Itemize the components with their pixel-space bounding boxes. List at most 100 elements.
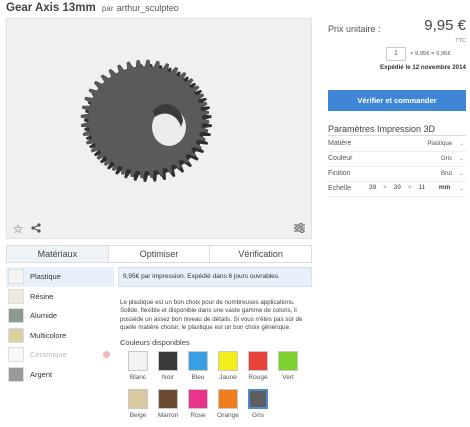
share-icon[interactable] (30, 223, 42, 235)
color-swatch[interactable] (128, 351, 148, 371)
tab-verification[interactable]: Vérification (210, 246, 312, 262)
viewer-toolbar: ☆ (7, 220, 311, 238)
material-swatch (8, 366, 24, 382)
gear-model-image (80, 59, 212, 182)
quantity-stepper[interactable]: 1 (386, 47, 406, 61)
color-name: Gris (252, 412, 264, 419)
star-icon[interactable]: ☆ (12, 223, 24, 235)
param-label: Matière (328, 140, 352, 147)
times-sign: × (383, 184, 387, 191)
color-swatch[interactable] (248, 351, 268, 371)
color-swatch[interactable] (278, 351, 298, 371)
color-name: Bleu (191, 374, 205, 381)
color-option[interactable]: Rose (187, 389, 209, 419)
tab-optimiser[interactable]: Optimiser (108, 246, 211, 262)
param-label: Finition (328, 170, 351, 177)
color-swatch[interactable] (248, 389, 268, 409)
material-list: Plastique Résine Alumide Multicolore Céramiq… (6, 267, 114, 384)
material-label: Céramique (30, 350, 67, 360)
params-divider (328, 135, 466, 136)
color-name: Noir (162, 374, 174, 381)
times-sign: × (407, 184, 412, 191)
price-calc: × 9,95€ = 9,95€ (410, 51, 451, 57)
price-value: 9,95 € (424, 17, 466, 34)
shipping-date: Expédié le 12 novembre 2014 (380, 64, 466, 71)
chevron-down-icon: ⌄ (458, 141, 464, 147)
color-name: Blanc (129, 374, 147, 381)
color-option[interactable]: Beige (127, 389, 149, 419)
material-label: Argent (30, 369, 53, 379)
unit-select[interactable]: mm (439, 184, 451, 191)
product-title: Gear Axis 13mm (6, 2, 96, 14)
param-select-value[interactable]: Brut (441, 171, 452, 177)
dim-z-input[interactable]: 11 (418, 184, 425, 191)
dim-x-input[interactable]: 39 (369, 184, 376, 191)
by-label: par (101, 4, 114, 13)
color-option[interactable]: Blanc (127, 351, 149, 381)
param-label: Echelle (328, 185, 351, 192)
tab-bar: Matériaux Optimiser Vérification (6, 245, 312, 263)
color-swatch[interactable] (188, 389, 208, 409)
material-swatch (8, 269, 24, 285)
unavailable-icon (103, 351, 110, 359)
chevron-down-icon: ⌄ (458, 186, 464, 192)
tab-materiaux[interactable]: Matériaux (7, 246, 109, 262)
chevron-down-icon: ⌄ (458, 171, 464, 177)
material-item[interactable]: Plastique (6, 267, 114, 287)
color-name: Jaune (219, 374, 237, 381)
param-row-matiere[interactable]: Matière Plastique ⌄ (328, 138, 466, 152)
color-name: Orange (217, 412, 239, 419)
product-title-bar: Gear Axis 13mm par arthur_sculpteo (6, 2, 179, 14)
dim-y-input[interactable]: 39 (394, 184, 401, 191)
material-item[interactable]: Résine (6, 287, 114, 307)
color-swatch[interactable] (218, 389, 238, 409)
color-swatch[interactable] (158, 351, 178, 371)
material-item[interactable]: Multicolore (6, 326, 114, 346)
color-swatch[interactable] (218, 351, 238, 371)
material-label: Multicolore (30, 330, 67, 340)
color-option[interactable]: Noir (157, 351, 179, 381)
chevron-down-icon: ⌄ (458, 156, 464, 162)
material-swatch (8, 327, 24, 343)
material-item: Céramique (6, 345, 114, 365)
author-link[interactable]: arthur_sculpteo (117, 3, 179, 13)
color-option[interactable]: Jaune (217, 351, 239, 381)
material-item[interactable]: Alumide (6, 306, 114, 326)
param-row-finition[interactable]: Finition Brut ⌄ (328, 168, 466, 182)
model-viewer[interactable]: ☆ (6, 18, 312, 239)
material-swatch (8, 288, 24, 304)
param-select-value[interactable]: Plastique (427, 141, 452, 147)
settings-sliders-icon[interactable] (293, 223, 305, 235)
quantity-row: 1 × 9,95€ = 9,95€ (386, 47, 466, 61)
color-swatch[interactable] (158, 389, 178, 409)
color-option[interactable]: Vert (277, 351, 299, 381)
material-swatch (8, 308, 24, 324)
color-option[interactable]: Bleu (187, 351, 209, 381)
color-option[interactable]: Gris (247, 389, 269, 419)
color-swatch[interactable] (128, 389, 148, 409)
material-swatch (8, 347, 24, 363)
material-info-box: 9,95€ par impression. Expédié dans 6 jou… (118, 267, 312, 287)
param-select-value[interactable]: Gris (441, 156, 452, 162)
gear-face (80, 59, 210, 179)
material-label: Résine (30, 291, 54, 301)
color-swatch[interactable] (188, 351, 208, 371)
color-option[interactable]: Orange (217, 389, 239, 419)
ttc-label: TTC (455, 38, 466, 44)
param-row-couleur[interactable]: Couleur Gris ⌄ (328, 153, 466, 167)
price-label: Prix unitaire : (328, 24, 381, 34)
material-label: Alumide (30, 311, 58, 321)
color-option[interactable]: Rouge (247, 351, 269, 381)
material-item[interactable]: Argent (6, 365, 114, 385)
color-name: Rouge (248, 374, 268, 381)
color-name: Beige (129, 412, 147, 419)
color-name: Rose (190, 412, 206, 419)
scale-dimensions: 39 × 39 × 11 mm (369, 184, 450, 191)
color-option[interactable]: Marron (157, 389, 179, 419)
color-name: Marron (157, 412, 179, 419)
colors-title: Couleurs disponibles (120, 338, 190, 347)
param-label: Couleur (328, 155, 353, 162)
verify-order-button[interactable]: Vérifier et commander (328, 90, 466, 111)
material-label: Plastique (30, 272, 61, 282)
params-title: Paramètres Impression 3D (328, 124, 436, 134)
